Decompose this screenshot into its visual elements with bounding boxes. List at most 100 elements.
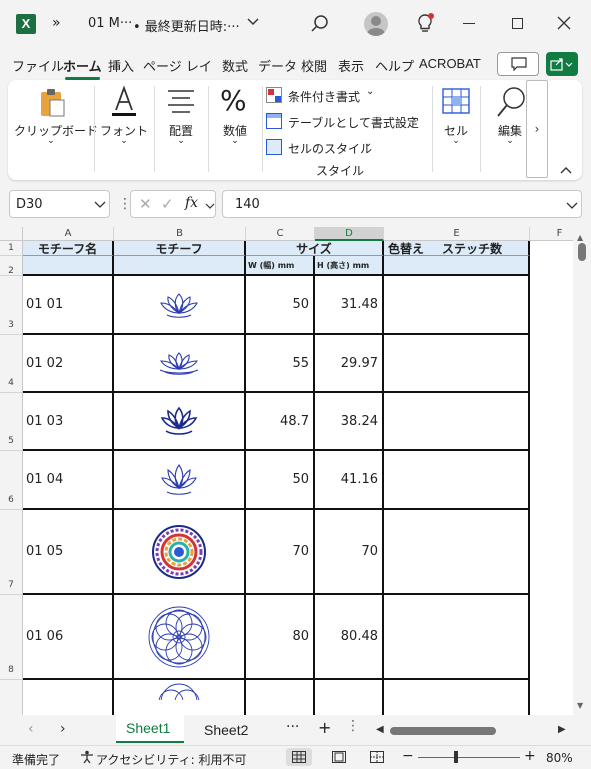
cell[interactable] — [384, 510, 530, 595]
height-cell[interactable]: 29.97 — [315, 335, 384, 393]
scroll-up-icon[interactable]: ▲ — [577, 233, 583, 242]
motif-name-cell[interactable]: 01 06 — [23, 595, 114, 680]
motif-name-cell[interactable]: 01 05 — [23, 510, 114, 595]
search-icon[interactable] — [310, 14, 330, 37]
hscroll-left-icon[interactable]: ◀ — [376, 724, 384, 735]
height-cell[interactable]: 80.48 — [315, 595, 384, 680]
header-width[interactable]: W (幅) mm — [246, 256, 315, 276]
row-header[interactable] — [0, 680, 23, 715]
cell[interactable] — [384, 451, 530, 510]
sheet-tab-sheet1[interactable]: Sheet1 — [116, 715, 184, 743]
editing-group[interactable]: 編集 ⌄ — [490, 84, 530, 154]
sheet-tab-sheet2[interactable]: Sheet2 — [192, 715, 262, 743]
motif-image-cell[interactable] — [114, 595, 246, 680]
width-cell[interactable]: 50 — [246, 451, 315, 510]
cell[interactable] — [384, 680, 530, 715]
motif-name-cell[interactable]: 01 02 — [23, 335, 114, 393]
header-size[interactable]: サイズ — [246, 241, 384, 256]
motif-image-cell[interactable] — [114, 276, 246, 335]
tab-data[interactable]: データ — [258, 56, 297, 75]
cell[interactable] — [23, 256, 114, 276]
cell[interactable] — [384, 276, 530, 335]
cell[interactable] — [315, 680, 384, 715]
tab-acrobat[interactable]: ACROBAT — [419, 56, 481, 71]
expand-formula-icon[interactable] — [566, 200, 578, 214]
lightbulb-icon[interactable] — [415, 13, 435, 38]
motif-name-cell[interactable]: 01 01 — [23, 276, 114, 335]
motif-name-cell[interactable]: 01 04 — [23, 451, 114, 510]
maximize-icon[interactable] — [512, 18, 523, 29]
tab-view[interactable]: 表示 — [338, 56, 364, 75]
zoom-slider[interactable] — [418, 757, 520, 758]
insert-function-icon[interactable]: fx — [185, 195, 198, 211]
width-cell[interactable]: 48.7 — [246, 393, 315, 451]
page-layout-view-icon[interactable] — [332, 751, 346, 766]
cell[interactable] — [384, 393, 530, 451]
next-sheet-icon[interactable]: › — [60, 721, 66, 737]
height-cell[interactable]: 38.24 — [315, 393, 384, 451]
tab-review[interactable]: 校閲 — [301, 56, 327, 75]
page-break-view-icon[interactable] — [370, 751, 384, 766]
zoom-slider-handle[interactable] — [454, 751, 458, 763]
name-box[interactable]: D30 — [9, 190, 110, 218]
tab-file[interactable]: ファイル — [12, 56, 64, 75]
cell[interactable] — [384, 595, 530, 680]
row-header[interactable]: 7 — [0, 510, 23, 595]
motif-name-cell[interactable]: 01 03 — [23, 393, 114, 451]
motif-image-cell[interactable] — [114, 451, 246, 510]
conditional-formatting-button[interactable]: 条件付き書式 ⌄ — [266, 86, 426, 106]
chevron-down-icon[interactable] — [246, 14, 260, 32]
select-all-corner[interactable] — [0, 227, 23, 241]
motif-image-cell[interactable] — [114, 510, 246, 595]
row-header[interactable]: 4 — [0, 335, 23, 393]
font-group[interactable]: フォント ⌄ — [96, 84, 152, 154]
prev-sheet-icon[interactable]: ‹ — [28, 721, 34, 737]
more-sheets-icon[interactable]: ··· — [286, 719, 299, 735]
more-options-icon[interactable]: ⋮ — [346, 718, 360, 734]
horizontal-scroll-thumb[interactable] — [390, 727, 496, 735]
vertical-scrollbar[interactable]: ▲ ▼ — [573, 227, 591, 715]
saved-status[interactable]: • 最終更新日時:··· — [133, 16, 240, 35]
scroll-down-icon[interactable]: ▼ — [577, 701, 583, 710]
normal-view-button[interactable] — [286, 748, 312, 766]
chevron-down-icon[interactable] — [205, 199, 215, 213]
cell[interactable] — [23, 680, 114, 715]
zoom-in-icon[interactable]: + — [524, 748, 536, 764]
height-cell[interactable]: 31.48 — [315, 276, 384, 335]
row-header[interactable]: 5 — [0, 393, 23, 451]
row-header[interactable]: 1 — [0, 241, 23, 256]
motif-image-cell[interactable] — [114, 393, 246, 451]
share-button[interactable] — [546, 52, 578, 76]
width-cell[interactable]: 70 — [246, 510, 315, 595]
cancel-icon[interactable]: ✕ — [139, 195, 152, 213]
number-group[interactable]: % 数値 ⌄ — [210, 84, 260, 154]
accessibility-status[interactable]: アクセシビリティ: 利用不可 — [96, 751, 247, 768]
qat-overflow-icon[interactable]: » — [52, 15, 61, 31]
width-cell[interactable]: 80 — [246, 595, 315, 680]
cell-styles-button[interactable]: セルのスタイル ⌄ — [266, 138, 426, 158]
cell[interactable] — [384, 256, 530, 276]
row-header[interactable]: 3 — [0, 276, 23, 335]
cell[interactable] — [246, 680, 315, 715]
clipboard-group[interactable]: クリップボード ⌄ — [14, 84, 98, 154]
zoom-out-icon[interactable]: − — [402, 748, 414, 764]
formula-input[interactable]: 140 — [222, 190, 582, 218]
file-name[interactable]: 01 M··· — [88, 16, 132, 31]
height-cell[interactable]: 41.16 — [315, 451, 384, 510]
cells-group[interactable]: セル ⌄ — [436, 84, 476, 154]
tab-page-layout[interactable]: ページ レイアウ — [143, 56, 213, 75]
cell[interactable] — [114, 256, 246, 276]
zoom-level[interactable]: 80% — [546, 751, 573, 765]
tab-help[interactable]: ヘルプ — [375, 56, 414, 75]
row-header[interactable]: 8 — [0, 595, 23, 680]
row-header[interactable]: 6 — [0, 451, 23, 510]
motif-image-cell[interactable] — [114, 335, 246, 393]
avatar[interactable] — [364, 12, 388, 36]
row-header[interactable]: 2 — [0, 256, 23, 276]
comments-button[interactable] — [497, 52, 539, 76]
alignment-group[interactable]: 配置 ⌄ — [156, 84, 206, 154]
motif-image-cell[interactable] — [114, 680, 246, 715]
width-cell[interactable]: 55 — [246, 335, 315, 393]
column-header-f[interactable]: F — [530, 227, 573, 241]
close-icon[interactable] — [556, 15, 572, 34]
